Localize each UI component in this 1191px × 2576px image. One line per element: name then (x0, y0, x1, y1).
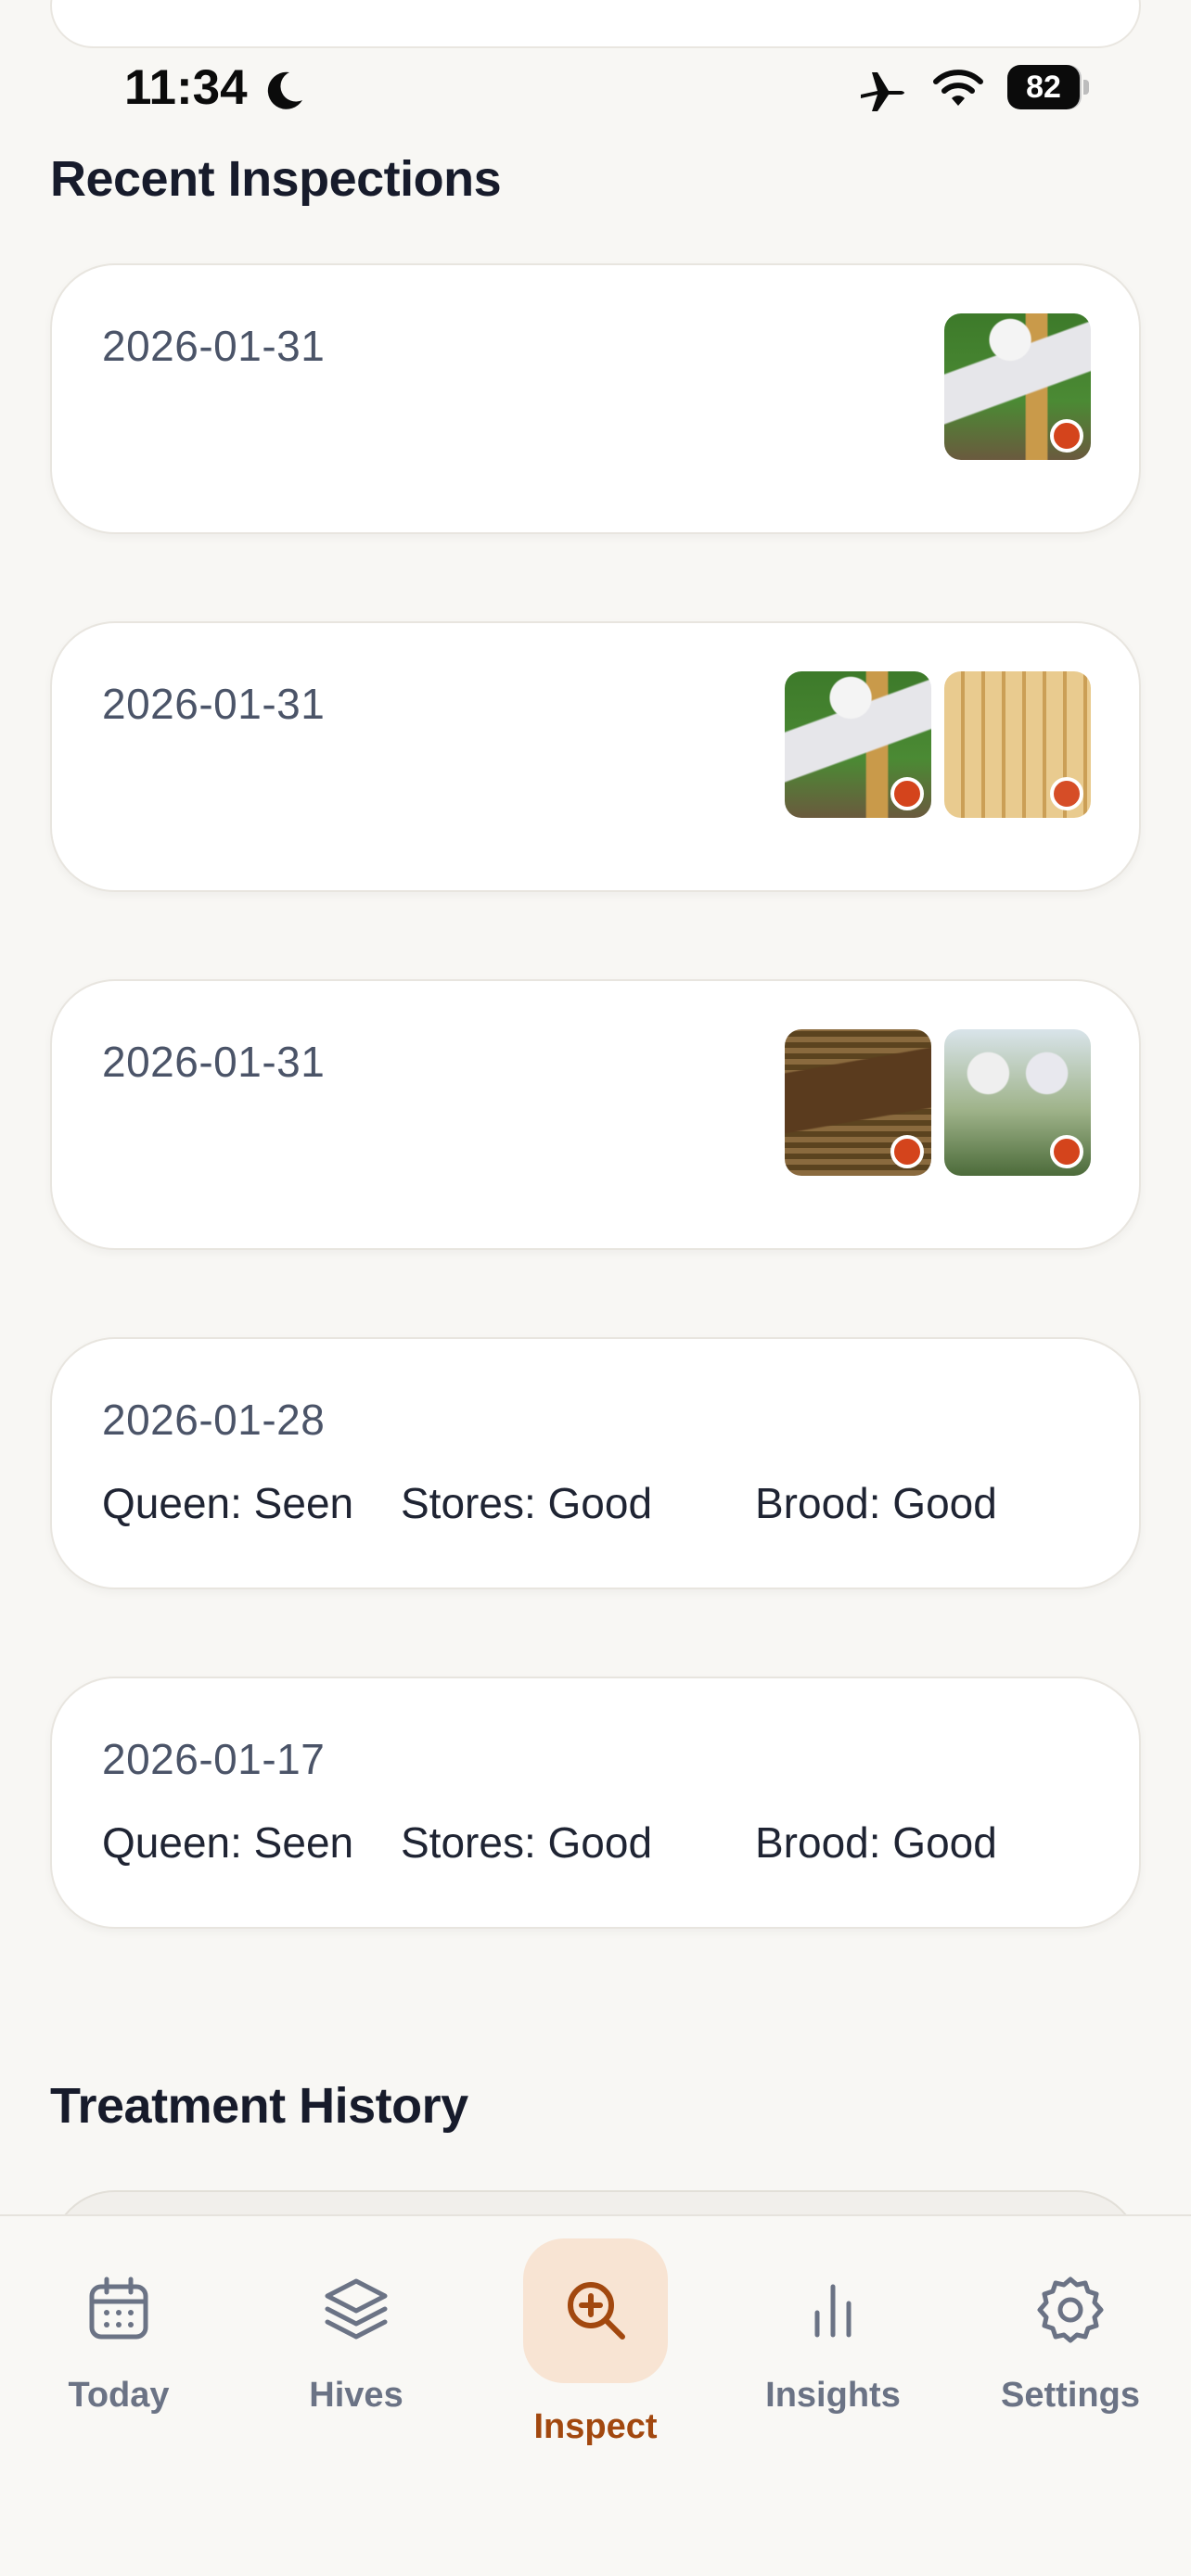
photo-thumbnails (944, 313, 1091, 460)
tab-label: Settings (1001, 2376, 1140, 2415)
battery-level: 82 (1007, 65, 1080, 109)
brood-status: Brood: Good (755, 1818, 997, 1867)
status-time: 11:34 (124, 60, 248, 115)
brood-status: Brood: Good (755, 1479, 997, 1527)
inspection-photo[interactable] (944, 313, 1091, 460)
bar-chart-icon (814, 2284, 852, 2338)
photo-badge-dot (890, 777, 924, 810)
calendar-icon (89, 2276, 148, 2340)
inspection-date: 2026-01-31 (102, 680, 326, 728)
inspection-card[interactable]: 2026-01-31 (50, 263, 1141, 534)
treatment-history-title: Treatment History (50, 2078, 468, 2134)
photo-badge-dot (890, 1135, 924, 1168)
photo-thumbnails (785, 1029, 1091, 1176)
photo-badge-dot (1050, 1135, 1083, 1168)
tab-today[interactable]: Today (17, 2216, 221, 2457)
recent-inspections-title: Recent Inspections (50, 151, 502, 207)
inspection-card[interactable]: 2026-01-31 (50, 621, 1141, 892)
tab-insights[interactable]: Insights (731, 2216, 935, 2457)
inspection-photo[interactable] (785, 1029, 931, 1176)
tab-hives[interactable]: Hives (254, 2216, 458, 2457)
tab-inspect[interactable]: Inspect (493, 2216, 698, 2457)
gear-icon (1037, 2276, 1104, 2343)
queen-status: Queen: Seen (102, 1818, 354, 1867)
inspection-photo[interactable] (944, 1029, 1091, 1176)
inspection-photo[interactable] (785, 671, 931, 818)
layers-icon (325, 2278, 388, 2340)
inspection-date: 2026-01-31 (102, 322, 326, 370)
inspection-card[interactable]: 2026-01-31 (50, 979, 1141, 1250)
stores-status: Stores: Good (401, 1818, 653, 1867)
inspection-date: 2026-01-31 (102, 1038, 326, 1086)
wifi-icon (933, 70, 983, 106)
search-plus-icon (568, 2282, 625, 2340)
photo-badge-dot (1050, 777, 1083, 810)
status-bar: 11:34 82 (0, 56, 1191, 121)
tab-label: Inspect (533, 2407, 658, 2446)
tab-label: Today (68, 2376, 170, 2415)
inspection-card[interactable]: 2026-01-17 Queen: Seen Stores: Good Broo… (50, 1677, 1141, 1929)
airplane-icon (861, 72, 904, 111)
tab-label: Hives (309, 2376, 403, 2415)
stores-status: Stores: Good (401, 1479, 653, 1527)
photo-badge-dot (1050, 419, 1083, 453)
inspection-card[interactable]: 2026-01-28 Queen: Seen Stores: Good Broo… (50, 1337, 1141, 1589)
battery-icon: 82 (1007, 65, 1089, 109)
tab-bar: Today Hives Inspect Insights Settings (0, 2214, 1191, 2576)
tab-label: Insights (765, 2376, 901, 2415)
queen-status: Queen: Seen (102, 1479, 354, 1527)
previous-card[interactable] (50, 0, 1141, 48)
moon-icon (267, 71, 302, 109)
inspection-date: 2026-01-17 (102, 1735, 326, 1783)
inspection-photo[interactable] (944, 671, 1091, 818)
screen: 11:34 82 Recent Inspections 2026-01-31 2… (0, 0, 1191, 2576)
tab-settings[interactable]: Settings (968, 2216, 1172, 2457)
photo-thumbnails (785, 671, 1091, 818)
inspection-date: 2026-01-28 (102, 1396, 326, 1444)
